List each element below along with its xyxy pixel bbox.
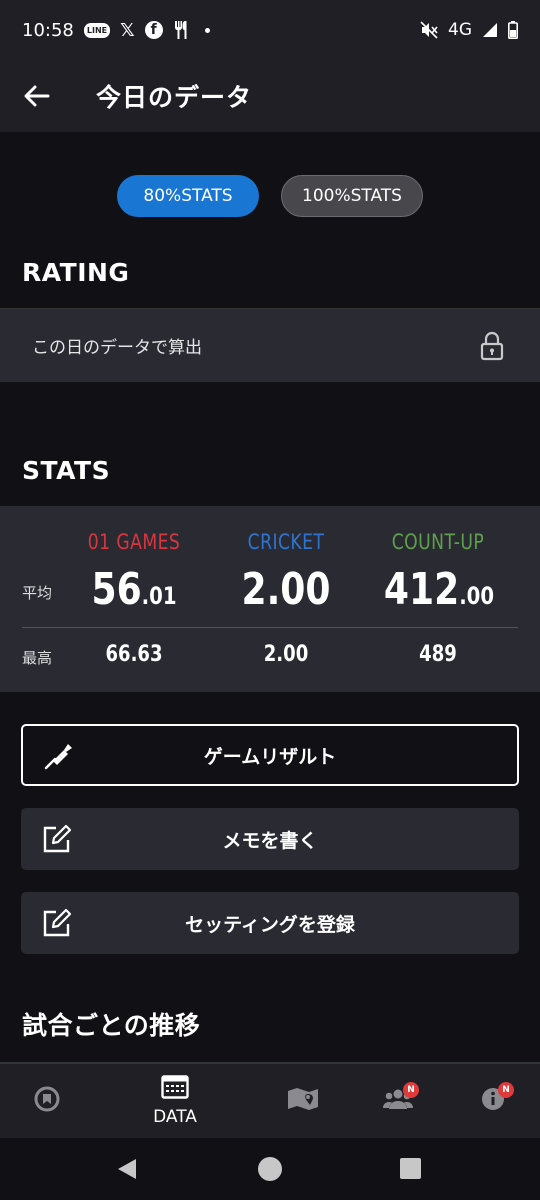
best-countup: 489 (419, 642, 457, 667)
nav-back-icon[interactable] (116, 1158, 138, 1184)
dart-icon (43, 739, 75, 771)
col-01-games-header: 01 GAMES (87, 530, 181, 554)
best-cricket: 2.00 (263, 642, 309, 667)
toggle-100-stats[interactable]: 100%STATS (281, 175, 423, 217)
facebook-icon: f (144, 21, 163, 39)
signal-icon (482, 22, 498, 38)
notification-icons: LINE 𝕏 f (83, 19, 210, 41)
tab-data-label: DATA (153, 1107, 197, 1127)
tab-info[interactable]: N (453, 1064, 533, 1138)
mute-icon (420, 21, 438, 39)
col-countup-header: COUNT-UP (391, 530, 485, 554)
game-result-label: ゲームリザルト (203, 745, 337, 768)
network-label: 4G (448, 20, 472, 40)
data-icon (161, 1075, 189, 1103)
avg-01-games-int: 56 (91, 564, 142, 615)
avg-countup-int: 412 (383, 564, 460, 615)
back-arrow-icon[interactable] (1, 60, 73, 132)
app-bar: 今日のデータ (0, 60, 540, 132)
tab-map[interactable] (263, 1064, 343, 1138)
map-icon (286, 1086, 320, 1116)
edit-icon (41, 907, 73, 939)
write-memo-label: メモを書く (222, 829, 318, 852)
avg-cricket: 2.00 (227, 564, 345, 615)
system-nav-bar (0, 1138, 540, 1200)
friends-badge: N (403, 1082, 419, 1098)
tab-home[interactable] (7, 1064, 87, 1138)
home-icon (33, 1085, 61, 1117)
stats-divider (22, 627, 518, 628)
lock-icon (479, 331, 505, 361)
edit-icon (41, 823, 73, 855)
dot-icon (204, 27, 210, 33)
write-memo-button[interactable]: メモを書く (21, 808, 519, 870)
nav-home-icon[interactable] (257, 1156, 283, 1186)
status-bar: 10:58 LINE 𝕏 f 4G (0, 0, 540, 60)
nav-recents-icon[interactable] (400, 1158, 421, 1183)
col-cricket-header: CRICKET (247, 530, 325, 554)
page-title: 今日のデータ (96, 83, 253, 112)
tab-data[interactable]: DATA (135, 1064, 215, 1138)
avg-label: 平均 (22, 584, 53, 602)
register-setting-label: セッティングを登録 (185, 913, 355, 936)
trend-heading: 試合ごとの推移 (22, 1011, 201, 1040)
avg-01-games-dec: .01 (141, 582, 177, 610)
status-time: 10:58 (22, 19, 74, 41)
register-setting-button[interactable]: セッティングを登録 (21, 892, 519, 954)
x-icon: 𝕏 (120, 19, 135, 41)
bottom-tab-bar: DATA N N (0, 1062, 540, 1138)
restaurant-icon (173, 20, 191, 40)
rating-row-label: この日のデータで算出 (32, 338, 202, 358)
rating-heading: RATING (22, 258, 130, 287)
stats-mode-toggle: 80%STATS 100%STATS (0, 175, 540, 217)
avg-countup-dec: .00 (459, 582, 495, 610)
tab-friends[interactable]: N (358, 1064, 438, 1138)
toggle-80-stats[interactable]: 80%STATS (117, 175, 259, 217)
line-icon: LINE (83, 22, 111, 38)
avg-01-games: 56.01 (83, 564, 185, 615)
best-01-games: 66.63 (105, 642, 163, 667)
battery-icon (508, 21, 518, 39)
game-result-button[interactable]: ゲームリザルト (21, 724, 519, 786)
info-badge: N (498, 1082, 514, 1098)
stats-panel: 01 GAMES CRICKET COUNT-UP 平均 56.01 2.00 … (0, 506, 540, 692)
avg-cricket-int: 2.00 (241, 564, 331, 615)
avg-countup: 412.00 (383, 564, 495, 615)
stats-heading: STATS (22, 456, 111, 485)
best-label: 最高 (22, 649, 53, 667)
rating-row[interactable]: この日のデータで算出 (0, 308, 540, 382)
